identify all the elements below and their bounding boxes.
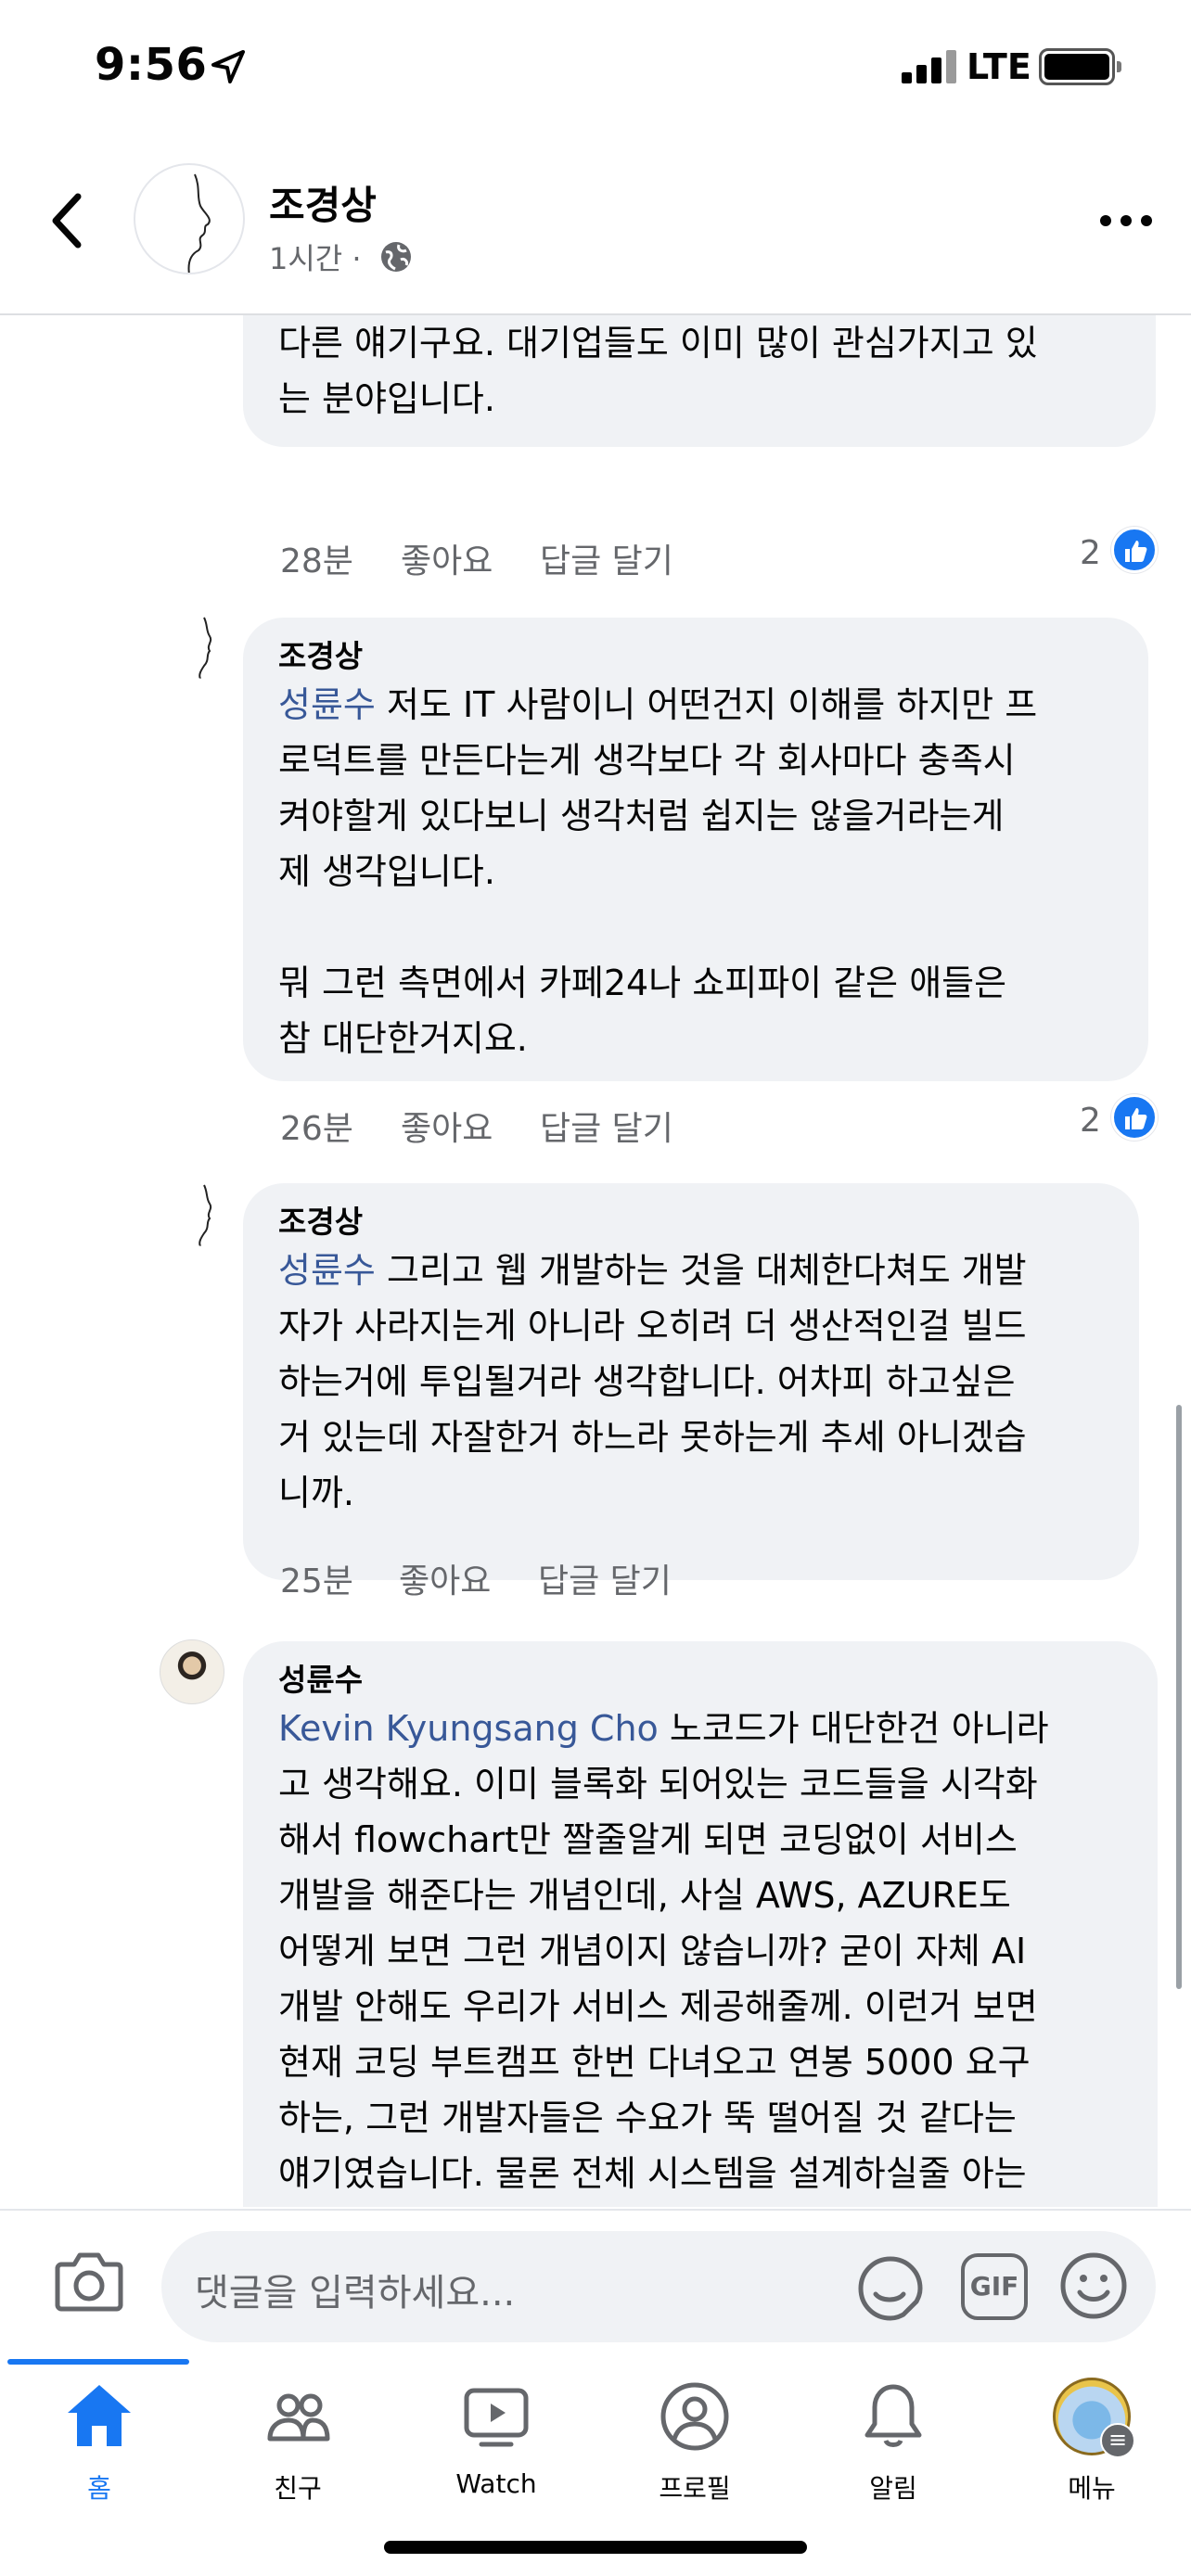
tab-menu[interactable]: 메뉴 — [992, 2378, 1191, 2526]
comment-text: 저도 IT 사람이니 어떤건지 이해를 하지만 프 로덕트를 만든다는게 생각보… — [278, 684, 1038, 1059]
like-button[interactable]: 좋아요 — [401, 1102, 493, 1150]
bell-icon — [864, 2384, 922, 2447]
like-reaction-icon — [1111, 1094, 1158, 1141]
commenter-avatar[interactable] — [173, 1181, 237, 1246]
tab-profile[interactable]: 프로필 — [596, 2378, 794, 2526]
tab-label: 프로필 — [659, 2473, 731, 2504]
emoji-icon[interactable] — [1057, 2250, 1130, 2322]
comment-bubble[interactable]: 조경상 성륜수 그리고 웹 개발하는 것을 대체한다쳐도 개발 자가 사라지는게… — [243, 1183, 1139, 1580]
comment-text: 노코드가 대단한건 아니라 고 생각해요. 이미 블록화 되어있는 코드들을 시… — [278, 1708, 1049, 2194]
comment-mention[interactable]: 성륜수 — [278, 684, 376, 725]
like-button[interactable]: 좋아요 — [401, 534, 493, 582]
comment-time: 25분 — [280, 1562, 353, 1600]
location-arrow-icon — [211, 50, 245, 83]
network-label: LTE — [967, 46, 1031, 87]
author-name[interactable]: 조경상 — [269, 174, 377, 231]
author-avatar[interactable] — [134, 163, 245, 274]
tab-friends[interactable]: 친구 — [198, 2378, 397, 2526]
battery-icon — [1039, 48, 1121, 85]
profile-icon — [660, 2382, 729, 2451]
comment-list: 그 정도는 노코드 체제 로우코드로 진행하는 서비스 95%는 대체 가능해 … — [0, 315, 1191, 2207]
home-icon — [68, 2385, 131, 2446]
reply-button[interactable]: 답글 달기 — [540, 1102, 673, 1150]
tab-label: 알림 — [869, 2473, 917, 2504]
tab-watch[interactable]: Watch — [397, 2378, 596, 2526]
comment-bubble[interactable]: 그 정도는 노코드 체제 로우코드로 진행하는 서비스 95%는 대체 가능해 … — [243, 315, 1156, 447]
tab-home[interactable]: 홈 — [0, 2378, 198, 2526]
reply-button[interactable]: 답글 달기 — [538, 1554, 672, 1602]
camera-icon[interactable] — [54, 2248, 124, 2313]
sticker-icon[interactable] — [855, 2253, 926, 2324]
active-tab-indicator — [7, 2359, 189, 2365]
menu-avatar — [1053, 2378, 1135, 2458]
reply-button[interactable]: 답글 달기 — [540, 534, 673, 582]
friends-icon — [267, 2393, 330, 2442]
status-bar: 9:56 LTE — [0, 0, 1191, 139]
comment-author[interactable]: 성륜수 — [278, 1660, 1122, 1701]
commenter-avatar[interactable] — [173, 614, 237, 679]
comment-input-placeholder: 댓글을 입력하세요... — [195, 2272, 516, 2315]
comment-input[interactable]: 댓글을 입력하세요... GIF — [161, 2231, 1156, 2342]
signal-icon — [902, 48, 959, 83]
home-indicator[interactable] — [384, 2541, 807, 2554]
globe-icon — [381, 242, 411, 272]
comment-text: 그리고 웹 개발하는 것을 대체한다쳐도 개발 자가 사라지는게 아니라 오히려… — [278, 1250, 1027, 1513]
reaction-count[interactable]: 2 — [1080, 534, 1101, 572]
scrollbar[interactable] — [1176, 1405, 1182, 1989]
back-chevron-icon[interactable] — [46, 191, 87, 250]
commenter-avatar[interactable] — [160, 1639, 224, 1704]
comment-mention[interactable]: 성륜수 — [278, 1250, 376, 1291]
comment-time: 26분 — [280, 1110, 353, 1148]
comment-author[interactable]: 조경상 — [278, 636, 1113, 677]
tab-label: 홈 — [87, 2473, 111, 2504]
status-time: 9:56 — [95, 39, 208, 91]
comment-bubble[interactable]: 성륜수 Kevin Kyungsang Cho 노코드가 대단한건 아니라 고 … — [243, 1641, 1158, 2207]
tab-notifications[interactable]: 알림 — [794, 2378, 992, 2526]
reaction-count[interactable]: 2 — [1080, 1102, 1101, 1140]
comment-text: 95%는 대체 가능해 보였습니다. 물론 고급인력이야 다른 얘기구요. 대기… — [278, 323, 1038, 419]
comment-composer: 댓글을 입력하세요... GIF — [0, 2209, 1191, 2348]
watch-icon — [464, 2388, 529, 2447]
post-header: 조경상 1시간 · — [0, 139, 1191, 315]
tab-label: 메뉴 — [1068, 2473, 1116, 2504]
post-time: 1시간 · — [269, 241, 362, 276]
like-button[interactable]: 좋아요 — [399, 1554, 491, 1602]
comment-time: 28분 — [280, 542, 353, 580]
comment-author[interactable]: 조경상 — [278, 1202, 1104, 1243]
comment-bubble[interactable]: 조경상 성륜수 저도 IT 사람이니 어떤건지 이해를 하지만 프 로덕트를 만… — [243, 618, 1148, 1081]
like-reaction-icon — [1111, 527, 1158, 573]
tab-label: 친구 — [274, 2473, 322, 2504]
gif-button[interactable]: GIF — [961, 2253, 1028, 2320]
tab-label: Watch — [455, 2468, 537, 2499]
more-options-icon[interactable] — [1100, 213, 1152, 228]
comment-mention[interactable]: Kevin Kyungsang Cho — [278, 1708, 659, 1749]
